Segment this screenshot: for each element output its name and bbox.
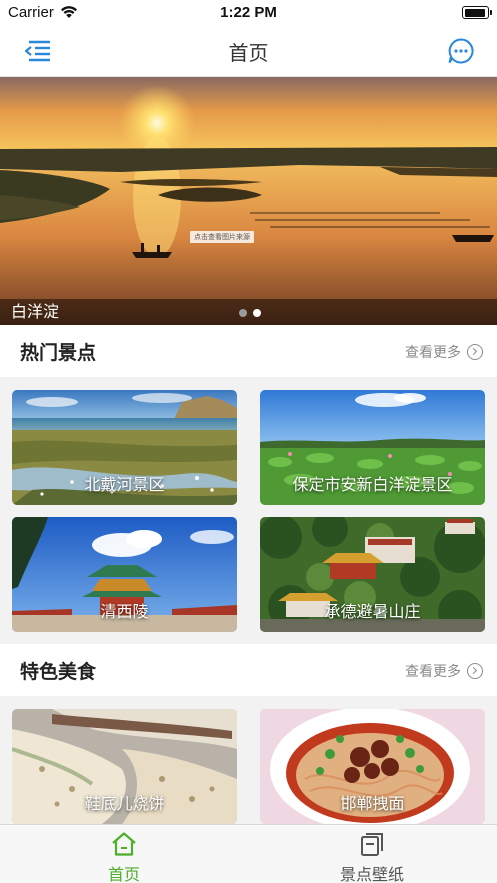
banner-image	[0, 77, 497, 325]
navigation-bar: 首页	[0, 26, 497, 77]
tab-label: 景点壁纸	[339, 865, 404, 883]
tab-label: 首页	[107, 865, 140, 883]
food-card-xiedi-shaobing[interactable]: 鞋底儿烧饼	[12, 709, 237, 824]
attraction-label: 承德避暑山庄	[324, 602, 421, 621]
page-title: 首页	[228, 41, 269, 65]
attraction-card-beidaihe[interactable]: 北戴河景区	[12, 390, 237, 505]
clock: 1:22 PM	[220, 4, 277, 21]
section-title: 特色美食	[20, 661, 97, 683]
attraction-label: 保定市安新白洋淀景区	[292, 475, 453, 494]
status-bar: Carrier 1:22 PM	[0, 0, 497, 26]
tab-home[interactable]: 首页	[0, 825, 248, 883]
attraction-label: 北戴河景区	[84, 475, 165, 494]
message-bubble-icon[interactable]	[447, 37, 475, 65]
chevron-right-circle-icon	[467, 344, 483, 360]
food-label: 鞋底儿烧饼	[84, 794, 165, 813]
page-dot-active[interactable]	[253, 309, 261, 317]
section-header-food: 特色美食 查看更多	[0, 644, 497, 696]
banner-carousel[interactable]: 点击查看图片来源 白洋淀	[0, 77, 497, 325]
attraction-card-qingxiling[interactable]: 清西陵	[12, 517, 237, 632]
view-more-label: 查看更多	[405, 345, 461, 361]
battery-icon	[462, 6, 492, 19]
page-dot[interactable]	[239, 309, 247, 317]
view-more-button[interactable]: 查看更多	[405, 661, 483, 681]
food-label: 邯郸拽面	[340, 794, 405, 813]
home-icon	[112, 832, 136, 856]
attraction-label: 清西陵	[100, 602, 149, 621]
page-indicator	[239, 309, 261, 317]
food-card-handan-zhuaimian[interactable]: 邯郸拽面	[260, 709, 485, 824]
chevron-right-circle-icon	[467, 663, 483, 679]
attraction-card-baiyangdian[interactable]: 保定市安新白洋淀景区	[260, 390, 485, 505]
banner-caption: 白洋淀	[11, 302, 60, 321]
section-header-attractions: 热门景点 查看更多	[0, 325, 497, 377]
view-more-button[interactable]: 查看更多	[405, 342, 483, 362]
wallpaper-icon	[361, 833, 383, 856]
attraction-card-chengde[interactable]: 承德避暑山庄	[260, 517, 485, 632]
image-source-tag[interactable]: 点击查看图片来源	[190, 231, 254, 243]
tab-bar: 首页 景点壁纸	[0, 824, 497, 883]
view-more-label: 查看更多	[405, 664, 461, 680]
section-title: 热门景点	[20, 342, 97, 364]
tab-wallpaper[interactable]: 景点壁纸	[248, 825, 496, 883]
